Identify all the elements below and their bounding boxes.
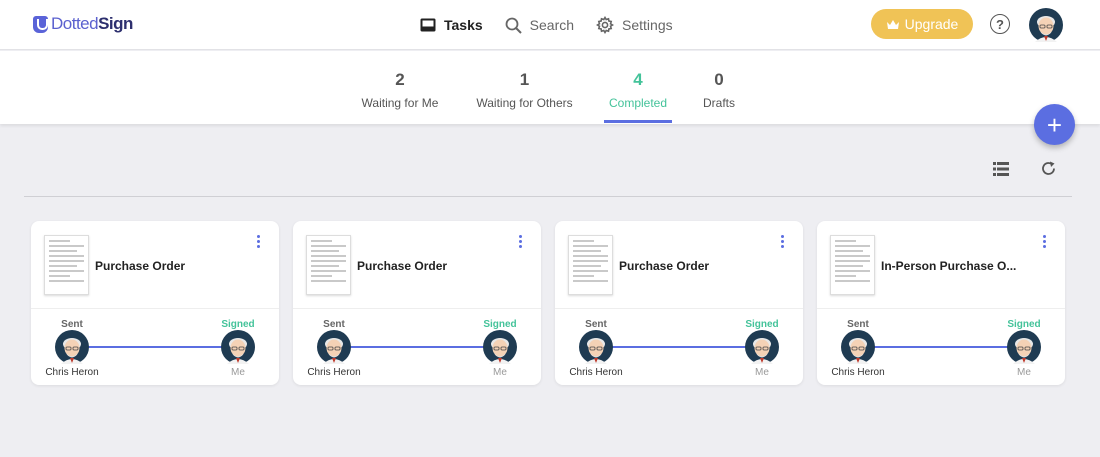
logo-text-suffix: Sign: [98, 14, 133, 33]
document-card[interactable]: Purchase Order Sent Signed Chris Heron M…: [555, 221, 803, 385]
toolbar-divider: [24, 196, 1072, 197]
flow-connector: [71, 346, 237, 348]
sent-label: Sent: [323, 319, 345, 330]
document-title: Purchase Order: [619, 259, 710, 273]
flow-connector: [857, 346, 1023, 348]
signer-avatar: [1007, 330, 1041, 364]
nav-tasks-label: Tasks: [444, 17, 483, 33]
logo-icon: [33, 15, 48, 33]
document-title: Purchase Order: [357, 259, 448, 273]
nav-tasks[interactable]: Tasks: [420, 13, 483, 37]
nav-settings-label: Settings: [622, 17, 673, 33]
more-options-icon[interactable]: [781, 235, 785, 249]
document-title: Purchase Order: [95, 259, 186, 273]
signing-flow: Sent Signed Chris Heron Me: [31, 309, 279, 384]
tab-count: 1: [519, 70, 530, 89]
document-thumbnail: [568, 235, 613, 295]
tab-drafts[interactable]: 0 Drafts: [699, 69, 739, 110]
sender-name: Chris Heron: [307, 367, 361, 378]
tab-label: Completed: [608, 96, 668, 110]
tab-label: Waiting for Me: [361, 96, 439, 110]
user-avatar[interactable]: [1029, 8, 1063, 42]
dottedsign-logo[interactable]: DottedSign: [33, 14, 133, 34]
flow-connector: [595, 346, 761, 348]
document-thumbnail: [44, 235, 89, 295]
signing-flow: Sent Signed Chris Heron Me: [293, 309, 541, 384]
tab-count: 4: [633, 70, 643, 89]
top-navigation-bar: DottedSign Tasks Search Settings Upgrade…: [0, 0, 1100, 50]
flow-connector: [333, 346, 499, 348]
document-card[interactable]: In-Person Purchase O... Sent Signed Chri…: [817, 221, 1065, 385]
signing-flow: Sent Signed Chris Heron Me: [555, 309, 803, 384]
help-icon[interactable]: ?: [990, 14, 1010, 34]
document-title: In-Person Purchase O...: [881, 259, 1017, 273]
task-tabs-bar: 2 Waiting for Me 1 Waiting for Others 4 …: [0, 51, 1100, 124]
signer-avatar: [745, 330, 779, 364]
upgrade-button[interactable]: Upgrade: [871, 9, 973, 39]
sender-name: Chris Heron: [569, 367, 623, 378]
sender-avatar: [317, 330, 351, 364]
more-options-icon[interactable]: [257, 235, 261, 249]
signed-label: Signed: [745, 319, 779, 330]
logo-text-prefix: Dotted: [51, 14, 99, 33]
more-options-icon[interactable]: [1043, 235, 1047, 249]
nav-search-label: Search: [529, 17, 575, 33]
sender-avatar: [55, 330, 89, 364]
signer-avatar: [483, 330, 517, 364]
add-task-button[interactable]: +: [1034, 104, 1075, 145]
signer-avatar: [221, 330, 255, 364]
sender-name: Chris Heron: [45, 367, 99, 378]
sender-avatar: [579, 330, 613, 364]
inbox-icon: [420, 18, 436, 32]
tab-count: 0: [714, 70, 724, 89]
sender-name: Chris Heron: [831, 367, 885, 378]
signed-label: Signed: [221, 319, 255, 330]
active-tab-indicator: [604, 120, 672, 123]
sent-label: Sent: [61, 319, 83, 330]
main-nav: Tasks Search Settings: [420, 13, 695, 37]
signer-name: Me: [231, 367, 245, 378]
tab-waiting-for-others[interactable]: 1 Waiting for Others: [474, 69, 575, 110]
search-icon: [505, 17, 522, 34]
signer-name: Me: [493, 367, 507, 378]
refresh-icon[interactable]: [1040, 160, 1057, 177]
signer-name: Me: [1017, 367, 1031, 378]
signer-name: Me: [755, 367, 769, 378]
list-view-icon[interactable]: [993, 162, 1009, 176]
nav-search[interactable]: Search: [505, 13, 574, 37]
tab-waiting-for-me[interactable]: 2 Waiting for Me: [360, 69, 440, 110]
gear-icon: [596, 16, 615, 34]
signing-flow: Sent Signed Chris Heron Me: [817, 309, 1065, 384]
signed-label: Signed: [483, 319, 517, 330]
document-card[interactable]: Purchase Order Sent Signed Chris Heron M…: [293, 221, 541, 385]
tab-completed[interactable]: 4 Completed: [604, 69, 672, 110]
signed-label: Signed: [1007, 319, 1041, 330]
sender-avatar: [841, 330, 875, 364]
crown-icon: [886, 19, 899, 29]
document-thumbnail: [306, 235, 351, 295]
upgrade-button-label: Upgrade: [904, 16, 959, 32]
sent-label: Sent: [585, 319, 607, 330]
document-card[interactable]: Purchase Order Sent Signed Chris Heron M…: [31, 221, 279, 385]
tab-label: Waiting for Others: [476, 96, 573, 110]
more-options-icon[interactable]: [519, 235, 523, 249]
sent-label: Sent: [847, 319, 869, 330]
document-thumbnail: [830, 235, 875, 295]
tab-count: 2: [395, 70, 405, 89]
tab-label: Drafts: [702, 96, 735, 110]
nav-settings[interactable]: Settings: [596, 13, 673, 37]
